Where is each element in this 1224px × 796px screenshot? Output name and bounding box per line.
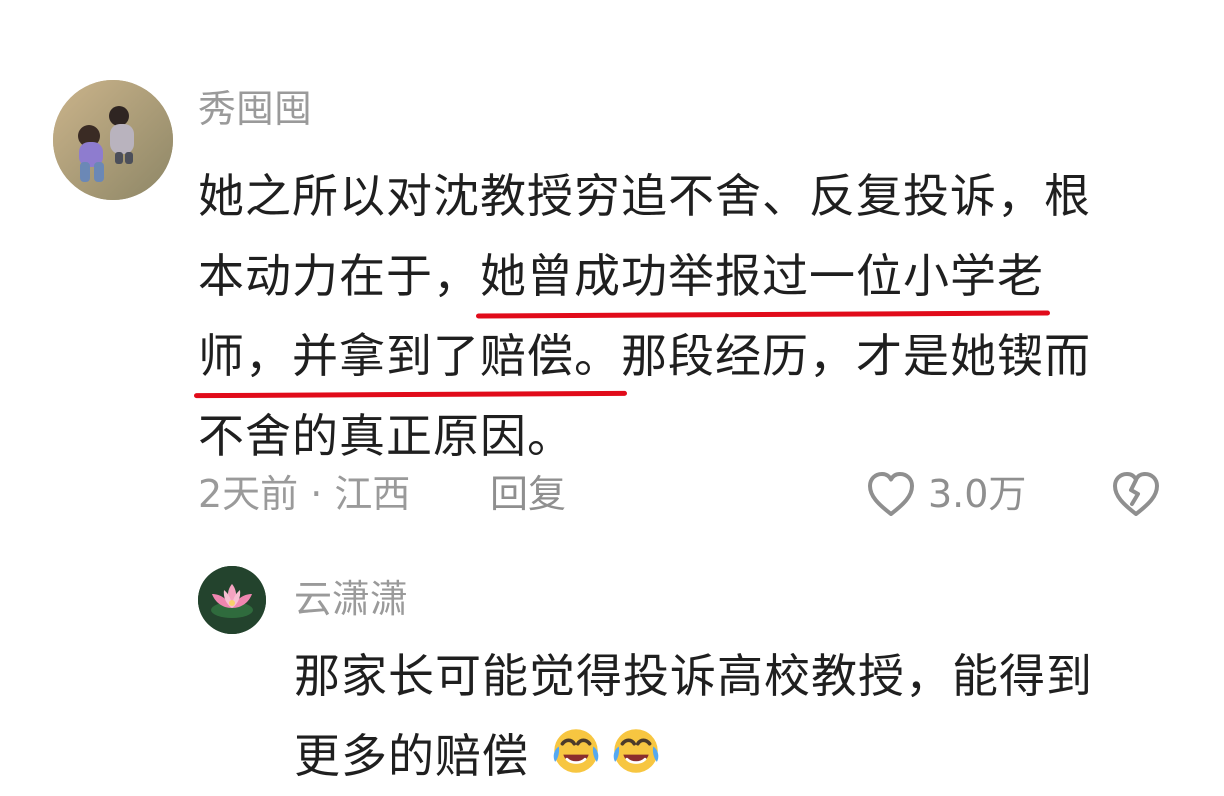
comment-line-3-plain: 那段经历，才是她锲而 (621, 329, 1091, 383)
comment-line-3: 师，并拿到了赔偿。那段经历，才是她锲而 (198, 316, 1178, 396)
comment-line-1: 她之所以对沈教授穷追不舍、反复投诉，根 (198, 169, 1091, 223)
reply-line-2-text: 更多的赔偿 (294, 729, 529, 783)
comment-line-2-plain: 本动力在于， (198, 249, 480, 303)
reply-text: 那家长可能觉得投诉高校教授，能得到 更多的赔偿 (294, 636, 1174, 796)
avatar-photo (53, 80, 173, 200)
time-location: 2天前 · 江西 (198, 472, 411, 516)
highlighted-text-continued: 师，并拿到了赔偿。 (198, 329, 621, 383)
lotus-avatar (198, 566, 266, 634)
comment-text: 她之所以对沈教授穷追不舍、反复投诉，根 本动力在于，她曾成功举报过一位小学老 师… (198, 156, 1178, 476)
heart-outline-icon (868, 472, 914, 516)
like-count: 3.0万 (928, 472, 1027, 516)
broken-heart-icon (1113, 472, 1159, 516)
reply-line-1: 那家长可能觉得投诉高校教授，能得到 (294, 649, 1093, 703)
highlighted-text: 她曾成功举报过一位小学老 (480, 249, 1044, 303)
tears-of-joy-icon (613, 729, 658, 773)
reply-username[interactable]: 云潇潇 (294, 580, 408, 618)
comment-line-4: 不舍的真正原因。 (198, 409, 574, 463)
tears-of-joy-icon (553, 729, 598, 773)
dislike-button[interactable] (1110, 470, 1162, 518)
reply-button[interactable]: 回复 (490, 470, 566, 518)
like-button[interactable]: 3.0万 (864, 470, 1026, 518)
avatar[interactable] (53, 80, 173, 200)
avatar[interactable] (198, 566, 266, 634)
comment-username[interactable]: 秀囤囤 (198, 90, 312, 128)
reply-line-2: 更多的赔偿 (294, 716, 1174, 796)
comment-line-2: 本动力在于，她曾成功举报过一位小学老 (198, 236, 1178, 316)
comment-meta: 2天前 · 江西 回复 3.0万 (198, 470, 1178, 518)
